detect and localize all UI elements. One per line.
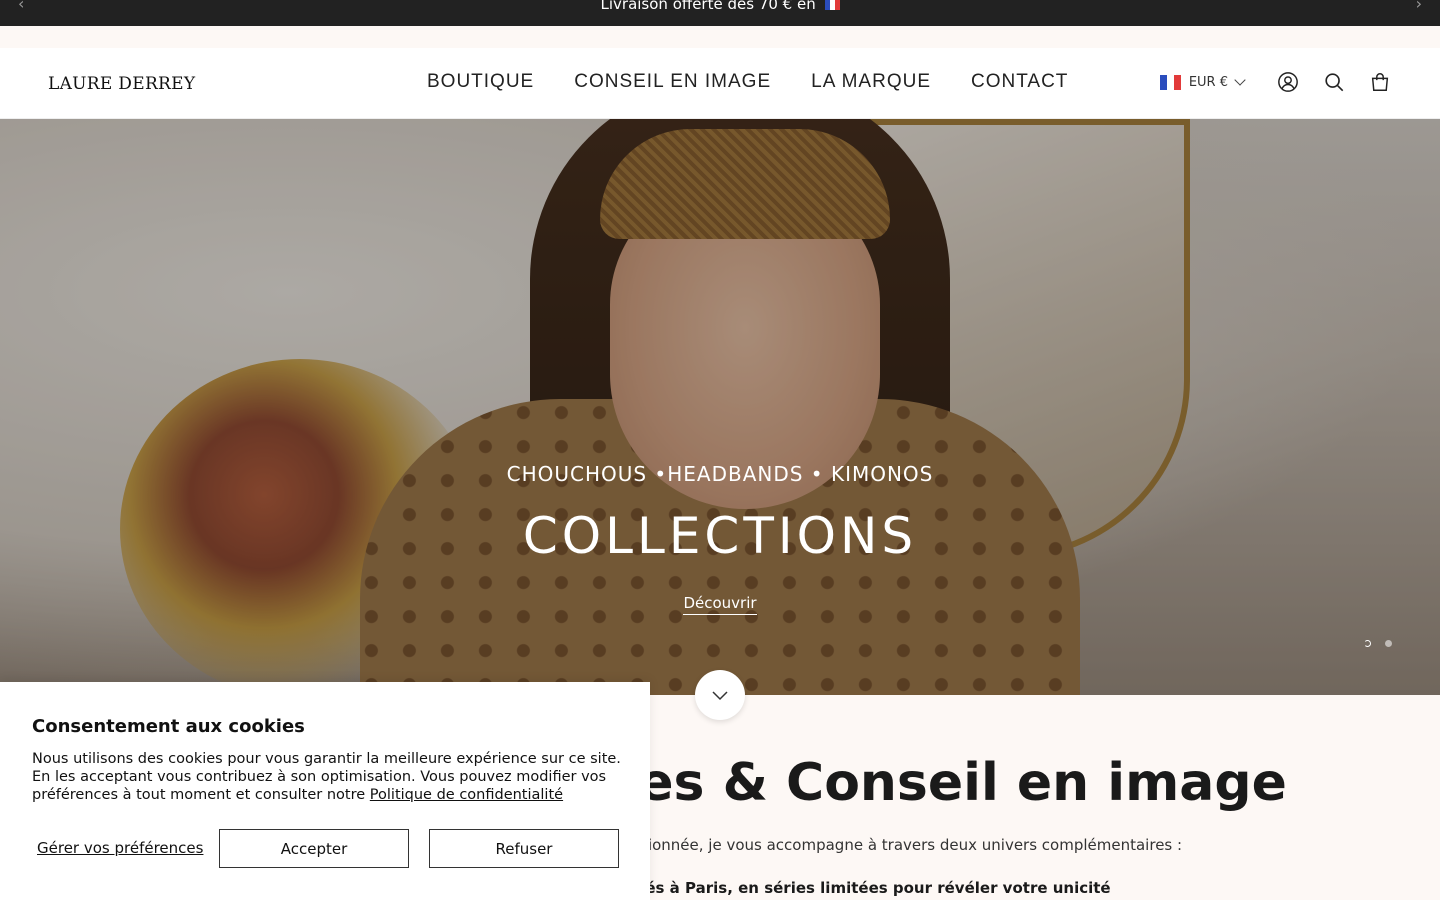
cookie-consent-panel: Consentement aux cookies Nous utilisons … — [0, 682, 650, 900]
announcement-text-wrap: Livraison offerte dès 70 € en — [0, 0, 1440, 14]
header-spacer-strip — [0, 26, 1440, 48]
currency-selector[interactable]: EUR € — [1159, 74, 1246, 90]
hero-cta-link[interactable]: Découvrir — [683, 594, 757, 615]
slide-dot-1[interactable] — [1364, 640, 1371, 647]
main-nav: BOUTIQUE CONSEIL EN IMAGE LA MARQUE CONT… — [427, 71, 1068, 93]
slideshow-pagination — [1364, 640, 1392, 647]
announcement-text: Livraison offerte dès 70 € en — [600, 0, 816, 13]
cookie-text: Nous utilisons des cookies pour vous gar… — [32, 750, 622, 804]
search-button[interactable] — [1322, 70, 1346, 94]
accept-button[interactable]: Accepter — [219, 829, 409, 868]
site-header: LAURE DERREY BOUTIQUE CONSEIL EN IMAGE L… — [0, 48, 1440, 119]
search-icon — [1325, 73, 1344, 92]
nav-item-la-marque[interactable]: LA MARQUE — [811, 71, 931, 93]
chevron-down-icon — [1234, 74, 1246, 86]
hero-slideshow: CHOUCHOUS •HEADBANDS • KIMONOS COLLECTIO… — [0, 119, 1440, 695]
header-actions: EUR € — [1159, 70, 1392, 94]
brand-logo[interactable]: LAURE DERREY — [48, 74, 195, 94]
france-flag-icon — [1159, 74, 1181, 90]
hero-subtitle: CHOUCHOUS •HEADBANDS • KIMONOS — [506, 462, 934, 486]
nav-item-conseil-en-image[interactable]: CONSEIL EN IMAGE — [574, 71, 771, 93]
chevron-down-icon — [712, 691, 728, 701]
nav-item-boutique[interactable]: BOUTIQUE — [427, 71, 534, 93]
chevron-right-icon[interactable]: › — [1416, 0, 1422, 13]
scroll-down-button[interactable] — [695, 670, 745, 720]
currency-label: EUR € — [1188, 74, 1228, 90]
slide-dot-2[interactable] — [1385, 640, 1392, 647]
hero-cta-wrap: Découvrir — [0, 593, 1440, 615]
refuse-button[interactable]: Refuser — [429, 829, 619, 868]
shopping-bag-icon — [1371, 73, 1389, 91]
announcement-bar: ‹ Livraison offerte dès 70 € en › — [0, 0, 1440, 26]
privacy-policy-link[interactable]: Politique de confidentialité — [370, 787, 563, 803]
user-icon — [1278, 72, 1298, 92]
cookie-title: Consentement aux cookies — [32, 716, 305, 737]
account-button[interactable] — [1276, 70, 1300, 94]
hero-title: COLLECTIONS — [522, 507, 918, 565]
manage-preferences-link[interactable]: Gérer vos préférences — [37, 839, 203, 857]
nav-item-contact[interactable]: CONTACT — [971, 71, 1068, 93]
cart-button[interactable] — [1368, 70, 1392, 94]
france-flag-icon — [824, 0, 840, 10]
